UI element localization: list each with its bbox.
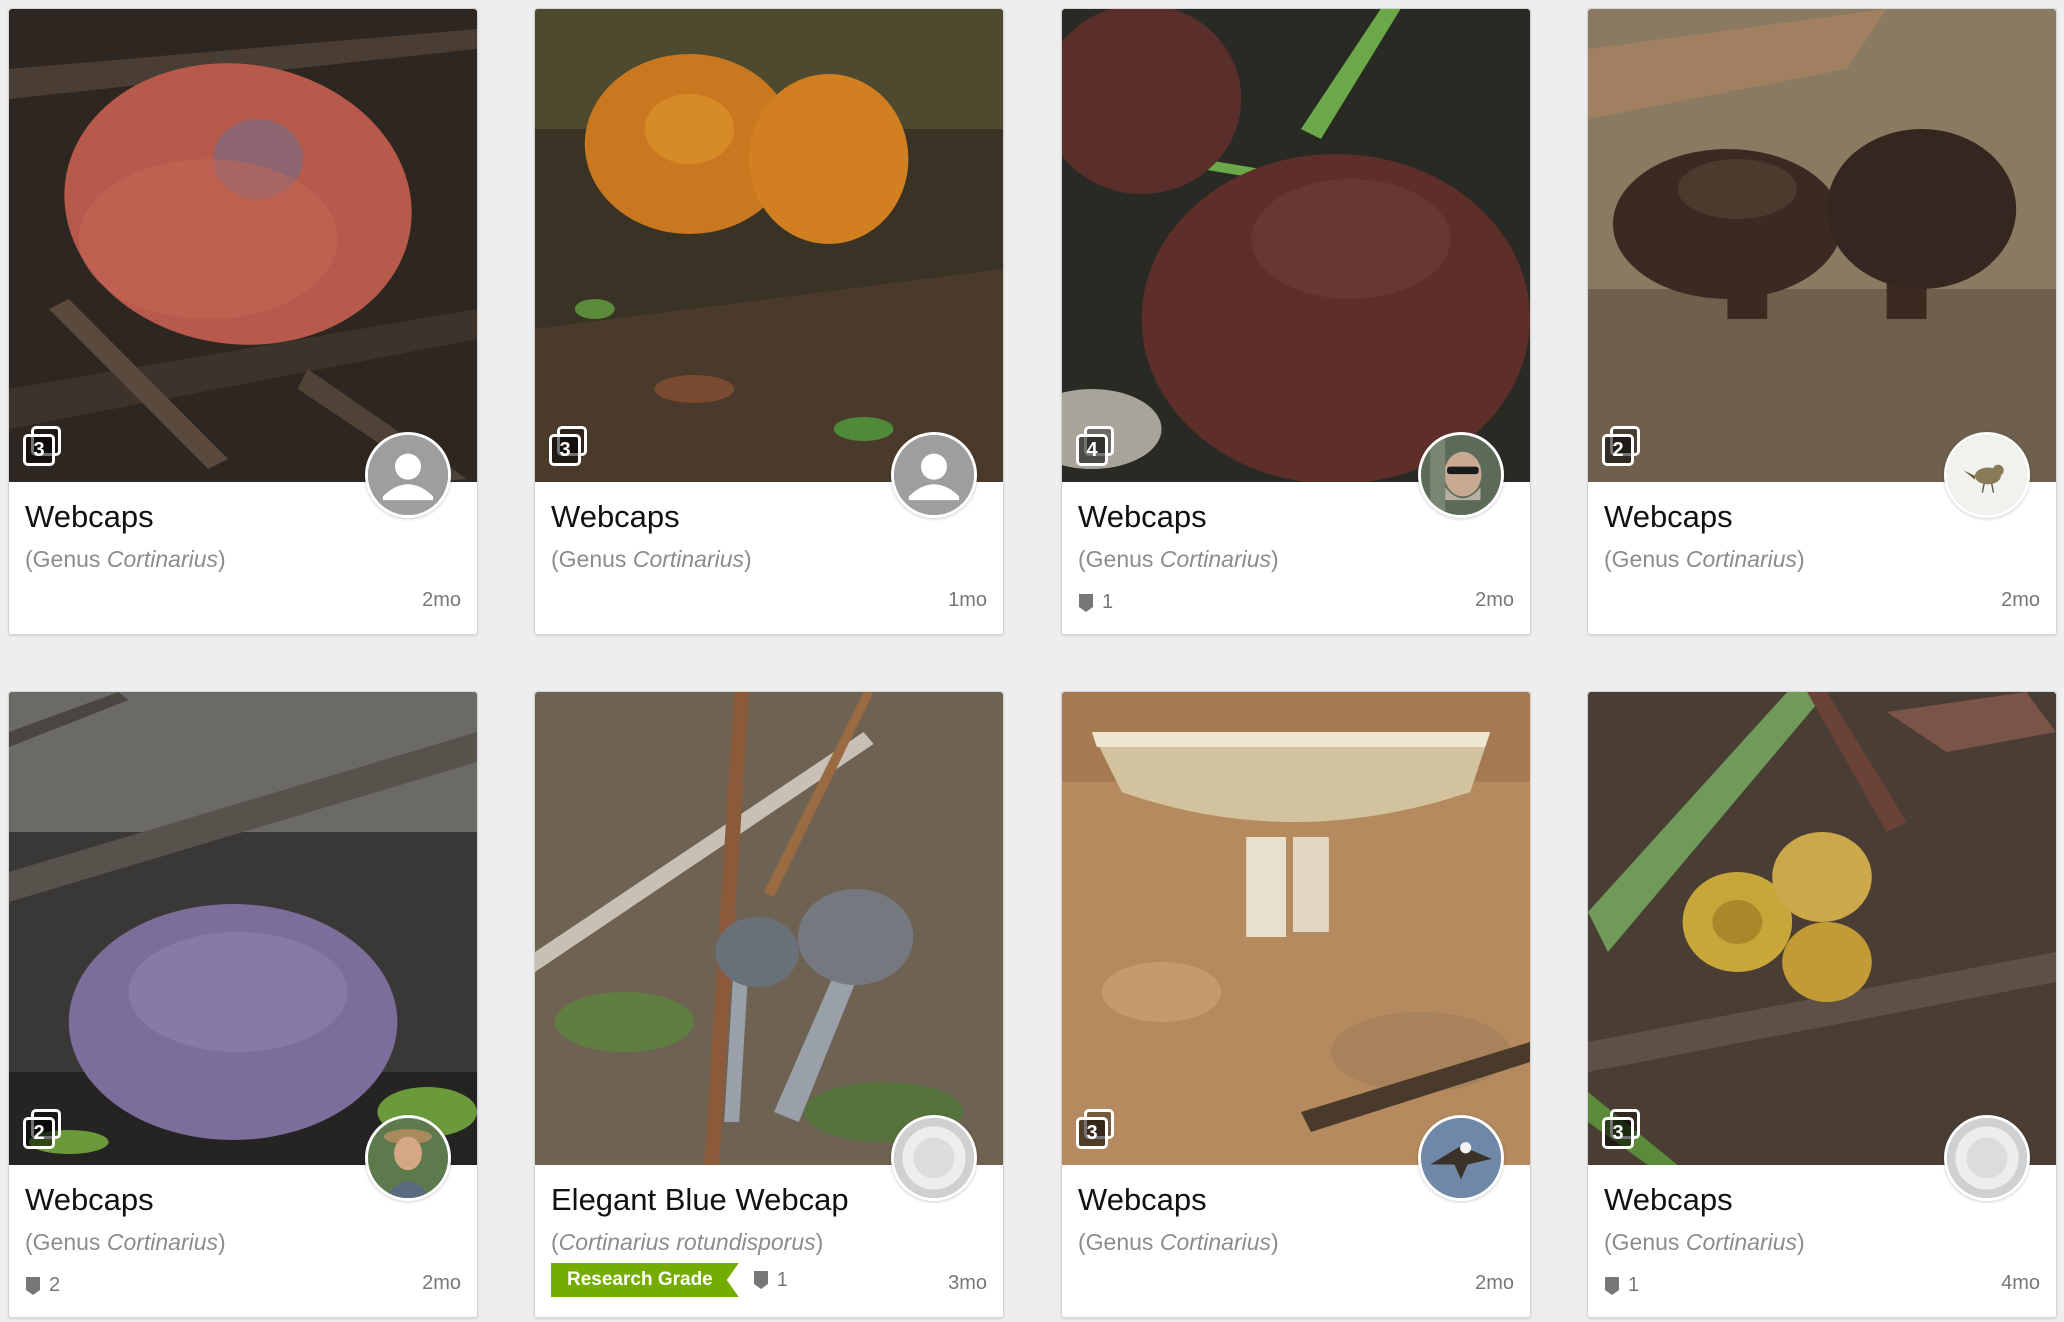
photo-count-badge: 3 [549, 426, 587, 466]
photo-count-badge: 4 [1076, 426, 1114, 466]
observation-card[interactable]: 3 Webcaps (Genus Cortinarius) 2mo [8, 8, 478, 635]
user-avatar-image [1421, 1118, 1501, 1198]
card-meta: 1 [1604, 1274, 1639, 1297]
observation-photo[interactable]: 3 [1062, 692, 1530, 1165]
common-name[interactable]: Webcaps [25, 499, 154, 535]
photo-count-badge: 3 [1076, 1109, 1114, 1149]
identification-icon [26, 1276, 40, 1295]
user-avatar-image [368, 435, 448, 515]
eagle-user-photo[interactable] [1418, 1115, 1504, 1201]
photo-count-badge: 2 [1602, 426, 1640, 466]
identification-count: 2 [25, 1274, 60, 1297]
observation-card[interactable]: Elegant Blue Webcap (Cortinarius rotundi… [534, 691, 1004, 1318]
observation-photo[interactable]: 3 [9, 9, 477, 482]
observation-age: 4mo [2001, 1272, 2040, 1294]
common-name[interactable]: Webcaps [1604, 499, 1733, 535]
photo-count-badge: 3 [1602, 1109, 1640, 1149]
observation-card[interactable]: 3 Webcaps (Genus Cortinarius) 1mo [534, 8, 1004, 635]
common-name[interactable]: Elegant Blue Webcap [551, 1182, 849, 1218]
common-name[interactable]: Webcaps [25, 1182, 154, 1218]
identification-count: 1 [753, 1269, 788, 1292]
scientific-name: (Genus Cortinarius) [1604, 1229, 1805, 1255]
observation-card[interactable]: 2 Webcaps (Genus Cortinarius) 2mo [1587, 8, 2057, 635]
user-avatar-image [894, 435, 974, 515]
photo-image [1062, 9, 1530, 482]
scientific-name: (Genus Cortinarius) [1604, 546, 1805, 572]
fungus-user-photo[interactable] [891, 1115, 977, 1201]
card-meta: 1 [1078, 591, 1113, 614]
user-photo[interactable] [1418, 432, 1504, 518]
observation-card[interactable]: 2 Webcaps (Genus Cortinarius) 2 2mo [8, 691, 478, 1318]
user-avatar-image [894, 1118, 974, 1198]
identification-count: 1 [1078, 591, 1113, 614]
default-user-icon[interactable] [365, 432, 451, 518]
observation-photo[interactable] [535, 692, 1003, 1165]
scientific-name: (Genus Cortinarius) [25, 1229, 226, 1255]
user-avatar-image [1947, 435, 2027, 515]
photo-count-badge: 2 [23, 1109, 61, 1149]
observation-age: 1mo [948, 589, 987, 611]
photo-image [1588, 692, 2056, 1165]
common-name[interactable]: Webcaps [1604, 1182, 1733, 1218]
photo-image [1062, 692, 1530, 1165]
user-avatar-image [1947, 1118, 2027, 1198]
bird-user-photo[interactable] [1944, 432, 2030, 518]
fungus-user-photo[interactable] [1944, 1115, 2030, 1201]
scientific-name: (Genus Cortinarius) [25, 546, 226, 572]
photo-image [1588, 9, 2056, 482]
user-photo[interactable] [365, 1115, 451, 1201]
user-avatar-image [368, 1118, 448, 1198]
identification-icon [1079, 593, 1093, 612]
observation-photo[interactable]: 3 [1588, 692, 2056, 1165]
observation-photo[interactable]: 3 [535, 9, 1003, 482]
observation-age: 3mo [948, 1272, 987, 1294]
scientific-name: (Genus Cortinarius) [1078, 1229, 1279, 1255]
scientific-name: (Genus Cortinarius) [1078, 546, 1279, 572]
observation-card[interactable]: 4 Webcaps (Genus Cortinarius) 1 2mo [1061, 8, 1531, 635]
identification-icon [753, 1271, 768, 1289]
observation-card[interactable]: 3 Webcaps (Genus Cortinarius) 1 4mo [1587, 691, 2057, 1318]
card-meta: 2 [25, 1274, 60, 1297]
observation-age: 2mo [1475, 589, 1514, 611]
scientific-name: (Genus Cortinarius) [551, 546, 752, 572]
research-grade-badge: Research Grade [551, 1263, 739, 1297]
identification-count: 1 [1604, 1274, 1639, 1297]
common-name[interactable]: Webcaps [1078, 1182, 1207, 1218]
observation-age: 2mo [2001, 589, 2040, 611]
photo-image [9, 9, 477, 482]
photo-count-badge: 3 [23, 426, 61, 466]
observation-photo[interactable]: 2 [9, 692, 477, 1165]
observation-photo[interactable]: 2 [1588, 9, 2056, 482]
observation-grid: 3 Webcaps (Genus Cortinarius) 2mo 3 Webc… [0, 0, 2064, 1322]
photo-image [535, 692, 1003, 1165]
user-avatar-image [1421, 435, 1501, 515]
photo-image [535, 9, 1003, 482]
common-name[interactable]: Webcaps [1078, 499, 1207, 535]
common-name[interactable]: Webcaps [551, 499, 680, 535]
identification-icon [1605, 1276, 1619, 1295]
observation-photo[interactable]: 4 [1062, 9, 1530, 482]
observation-card[interactable]: 3 Webcaps (Genus Cortinarius) 2mo [1061, 691, 1531, 1318]
card-meta: Research Grade 1 [551, 1263, 788, 1297]
observation-age: 2mo [1475, 1272, 1514, 1294]
observation-age: 2mo [422, 589, 461, 611]
photo-image [9, 692, 477, 1165]
default-user-icon[interactable] [891, 432, 977, 518]
observation-age: 2mo [422, 1272, 461, 1294]
scientific-name: (Cortinarius rotundisporus) [551, 1229, 824, 1255]
